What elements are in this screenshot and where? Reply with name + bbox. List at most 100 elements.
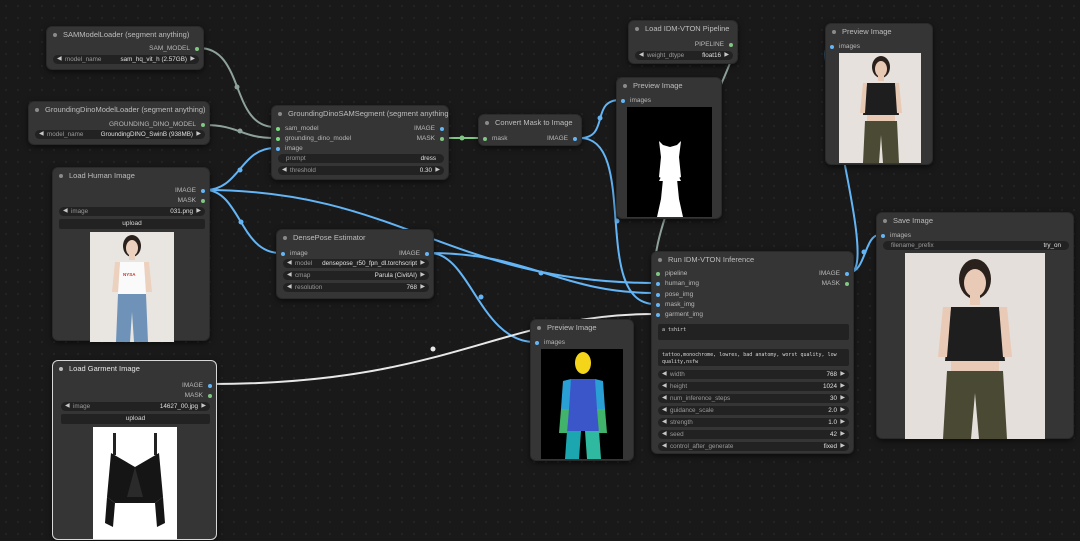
- seed-stepper[interactable]: ◀ seed 42 ▶: [658, 430, 849, 439]
- input-pose-img[interactable]: pose_img: [656, 290, 693, 299]
- num-inference-steps-stepper[interactable]: ◀ num_inference_steps 30 ▶: [658, 394, 849, 403]
- output-pipeline[interactable]: PIPELINE: [695, 40, 733, 49]
- preview-image-pose-node[interactable]: Preview Image images: [530, 319, 634, 461]
- load-human-image-node[interactable]: Load Human Image IMAGE MASK ◀ image 031.…: [52, 167, 210, 342]
- output-mask[interactable]: MASK: [417, 134, 444, 143]
- arrow-right-icon[interactable]: ▶: [724, 51, 729, 60]
- arrow-left-icon[interactable]: ◀: [662, 442, 667, 451]
- strength-stepper[interactable]: ◀ strength 1.0 ▶: [658, 418, 849, 427]
- arrow-left-icon[interactable]: ◀: [287, 259, 292, 268]
- arrow-left-icon[interactable]: ◀: [57, 55, 62, 64]
- input-images[interactable]: images: [830, 42, 860, 51]
- width-stepper[interactable]: ◀ width 768 ▶: [658, 370, 849, 379]
- arrow-left-icon[interactable]: ◀: [662, 394, 667, 403]
- grounding-dino-loader-node[interactable]: GroundingDinoModelLoader (segment anythi…: [28, 101, 210, 145]
- arrow-right-icon[interactable]: ▶: [420, 259, 425, 268]
- input-human-img[interactable]: human_img: [656, 279, 699, 288]
- arrow-right-icon[interactable]: ▶: [420, 271, 425, 280]
- node-title[interactable]: Load Garment Image: [53, 361, 216, 377]
- input-mask[interactable]: mask: [483, 134, 508, 143]
- upload-button[interactable]: upload: [59, 219, 205, 229]
- arrow-right-icon[interactable]: ▶: [840, 382, 845, 391]
- load-garment-image-node[interactable]: Load Garment Image IMAGE MASK ◀ image 14…: [52, 360, 217, 540]
- resolution-stepper[interactable]: ◀ resolution 768 ▶: [283, 283, 429, 292]
- prompt-field[interactable]: prompt dress: [278, 154, 444, 163]
- output-image[interactable]: IMAGE: [819, 269, 849, 278]
- arrow-left-icon[interactable]: ◀: [287, 283, 292, 292]
- node-title[interactable]: SAMModelLoader (segment anything): [47, 27, 203, 43]
- node-title[interactable]: Convert Mask to Image: [479, 115, 581, 131]
- output-mask[interactable]: MASK: [178, 196, 205, 205]
- grounding-dino-sam-segment-node[interactable]: GroundingDinoSAMSegment (segment anythin…: [271, 105, 449, 180]
- node-title[interactable]: GroundingDinoSAMSegment (segment anythin…: [272, 106, 448, 122]
- node-title[interactable]: Load IDM-VTON Pipeline: [629, 21, 737, 37]
- output-image[interactable]: IMAGE: [399, 249, 429, 258]
- arrow-right-icon[interactable]: ▶: [840, 442, 845, 451]
- model-name-combo[interactable]: ◀ model_name sam_hq_vit_h (2.57GB) ▶: [53, 55, 199, 64]
- load-idm-vton-pipeline-node[interactable]: Load IDM-VTON Pipeline PIPELINE ◀ weight…: [628, 20, 738, 64]
- arrow-right-icon[interactable]: ▶: [196, 130, 201, 139]
- arrow-left-icon[interactable]: ◀: [63, 207, 68, 216]
- upload-button[interactable]: upload: [61, 414, 210, 424]
- image-file-combo[interactable]: ◀ image 14627_00.jpg ▶: [61, 402, 210, 411]
- input-images[interactable]: images: [535, 338, 565, 347]
- arrow-left-icon[interactable]: ◀: [39, 130, 44, 139]
- arrow-right-icon[interactable]: ▶: [420, 283, 425, 292]
- output-image[interactable]: IMAGE: [175, 186, 205, 195]
- threshold-stepper[interactable]: ◀ threshold 0.30 ▶: [278, 166, 444, 175]
- arrow-left-icon[interactable]: ◀: [662, 406, 667, 415]
- output-mask[interactable]: MASK: [822, 279, 849, 288]
- arrow-left-icon[interactable]: ◀: [282, 166, 287, 175]
- densepose-estimator-node[interactable]: DensePose Estimator image IMAGE ◀ model …: [276, 229, 434, 299]
- control-after-generate-combo[interactable]: ◀ control_after_generate fixed ▶: [658, 442, 849, 451]
- model-combo[interactable]: ◀ model densepose_r50_fpn_dl.torchscript…: [283, 259, 429, 268]
- input-pipeline[interactable]: pipeline: [656, 269, 687, 278]
- arrow-left-icon[interactable]: ◀: [65, 402, 70, 411]
- sam-model-loader-node[interactable]: SAMModelLoader (segment anything) SAM_MO…: [46, 26, 204, 70]
- arrow-right-icon[interactable]: ▶: [435, 166, 440, 175]
- arrow-left-icon[interactable]: ◀: [287, 271, 292, 280]
- preview-image-mask-node[interactable]: Preview Image images: [616, 77, 722, 219]
- node-title[interactable]: Save Image: [877, 213, 1073, 229]
- node-title[interactable]: Load Human Image: [53, 168, 209, 184]
- arrow-right-icon[interactable]: ▶: [840, 406, 845, 415]
- output-image[interactable]: IMAGE: [182, 381, 212, 390]
- output-sam-model[interactable]: SAM_MODEL: [149, 44, 199, 53]
- input-image[interactable]: image: [281, 249, 308, 258]
- model-name-combo[interactable]: ◀ model_name GroundingDINO_SwinB (938MB)…: [35, 130, 205, 139]
- input-sam-model[interactable]: sam_model: [276, 124, 319, 133]
- output-grounding-dino-model[interactable]: GROUNDING_DINO_MODEL: [109, 120, 205, 129]
- weight-dtype-combo[interactable]: ◀ weight_dtype float16 ▶: [635, 51, 733, 60]
- output-image[interactable]: IMAGE: [547, 134, 577, 143]
- input-garment-img[interactable]: garment_img: [656, 310, 703, 319]
- node-title[interactable]: Preview Image: [531, 320, 633, 336]
- convert-mask-to-image-node[interactable]: Convert Mask to Image mask IMAGE: [478, 114, 582, 146]
- input-images[interactable]: images: [621, 96, 651, 105]
- preview-image-result-node[interactable]: Preview Image images: [825, 23, 933, 165]
- output-mask[interactable]: MASK: [185, 391, 212, 400]
- save-image-node[interactable]: Save Image images filename_prefix try_on: [876, 212, 1074, 439]
- node-title[interactable]: Preview Image: [617, 78, 721, 94]
- arrow-left-icon[interactable]: ◀: [662, 382, 667, 391]
- arrow-right-icon[interactable]: ▶: [840, 394, 845, 403]
- arrow-left-icon[interactable]: ◀: [639, 51, 644, 60]
- output-image[interactable]: IMAGE: [414, 124, 444, 133]
- arrow-right-icon[interactable]: ▶: [840, 418, 845, 427]
- node-title[interactable]: GroundingDinoModelLoader (segment anythi…: [29, 102, 209, 118]
- guidance-scale-stepper[interactable]: ◀ guidance_scale 2.0 ▶: [658, 406, 849, 415]
- text-prompt-field[interactable]: a tshirt: [658, 324, 849, 340]
- arrow-right-icon[interactable]: ▶: [840, 370, 845, 379]
- node-title[interactable]: DensePose Estimator: [277, 230, 433, 246]
- arrow-right-icon[interactable]: ▶: [190, 55, 195, 64]
- run-idm-vton-inference-node[interactable]: Run IDM-VTON Inference pipeline human_im…: [651, 251, 854, 454]
- input-images[interactable]: images: [881, 231, 911, 240]
- arrow-left-icon[interactable]: ◀: [662, 430, 667, 439]
- arrow-left-icon[interactable]: ◀: [662, 418, 667, 427]
- image-file-combo[interactable]: ◀ image 031.png ▶: [59, 207, 205, 216]
- node-title[interactable]: Preview Image: [826, 24, 932, 40]
- arrow-left-icon[interactable]: ◀: [662, 370, 667, 379]
- input-grounding-dino-model[interactable]: grounding_dino_model: [276, 134, 351, 143]
- arrow-right-icon[interactable]: ▶: [196, 207, 201, 216]
- arrow-right-icon[interactable]: ▶: [840, 430, 845, 439]
- input-mask-img[interactable]: mask_img: [656, 300, 695, 309]
